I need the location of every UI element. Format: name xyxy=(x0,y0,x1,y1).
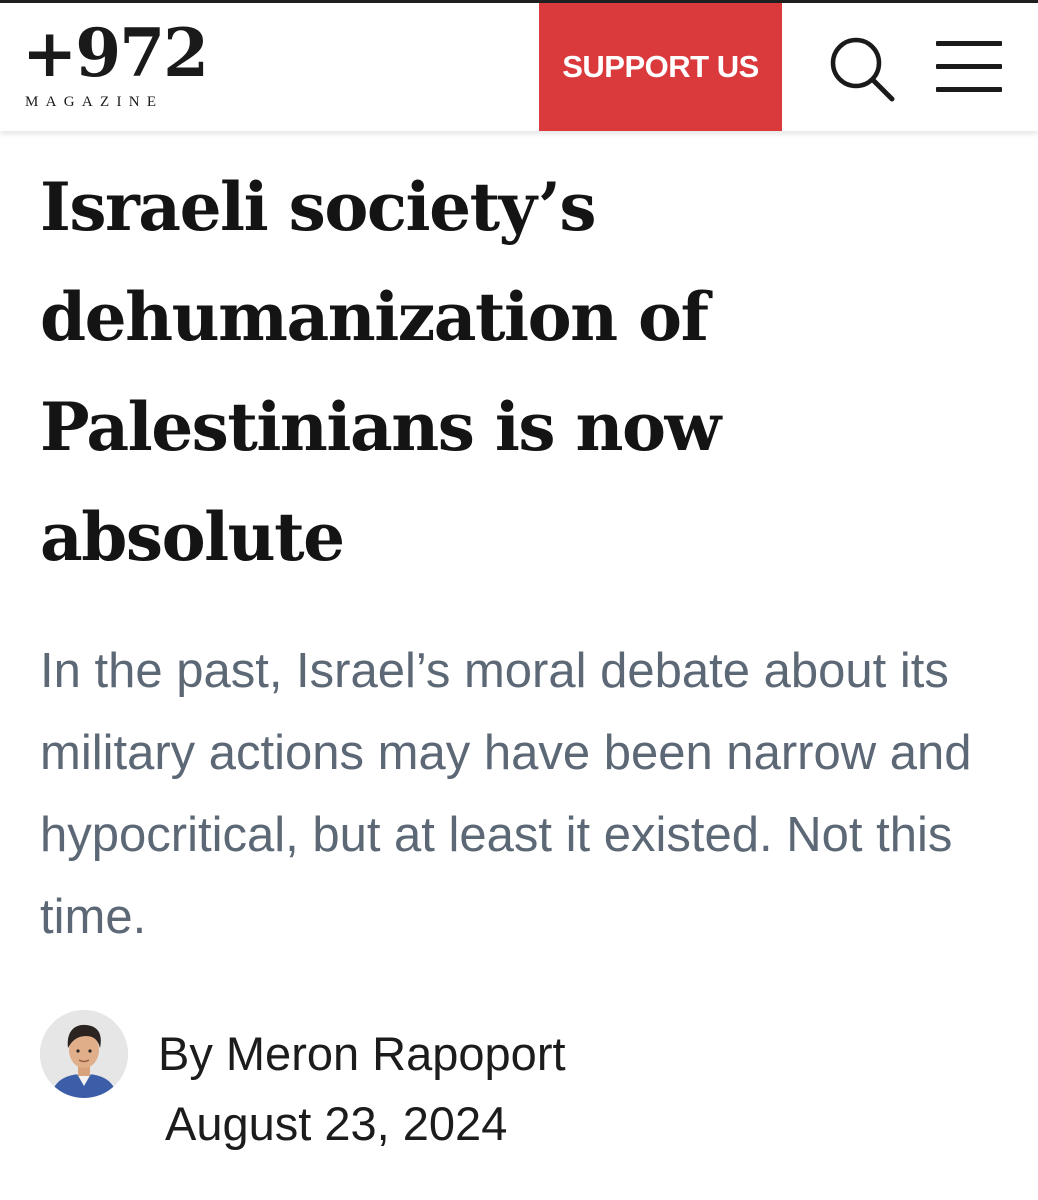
author-portrait-icon xyxy=(40,1010,128,1098)
article-dek: In the past, Israel’s moral debate about… xyxy=(40,644,972,944)
author-byline[interactable]: By Meron Rapoport xyxy=(158,1024,566,1084)
publish-date: August 23, 2024 xyxy=(165,1097,508,1150)
logo-number: +972 xyxy=(22,14,209,92)
support-us-button[interactable]: SUPPORT US xyxy=(539,3,782,131)
menu-button[interactable] xyxy=(930,35,1006,101)
site-logo[interactable]: +972 MAGAZINE xyxy=(22,13,222,123)
article-headline: Israeli society’s dehumanization of Pale… xyxy=(40,168,721,576)
search-icon xyxy=(830,37,895,102)
search-button[interactable] xyxy=(824,31,900,107)
author-avatar[interactable] xyxy=(40,1010,128,1098)
hamburger-menu-icon xyxy=(936,41,1002,92)
logo-subtitle: MAGAZINE xyxy=(25,94,164,110)
site-header: +972 MAGAZINE SUPPORT US xyxy=(0,3,1038,131)
